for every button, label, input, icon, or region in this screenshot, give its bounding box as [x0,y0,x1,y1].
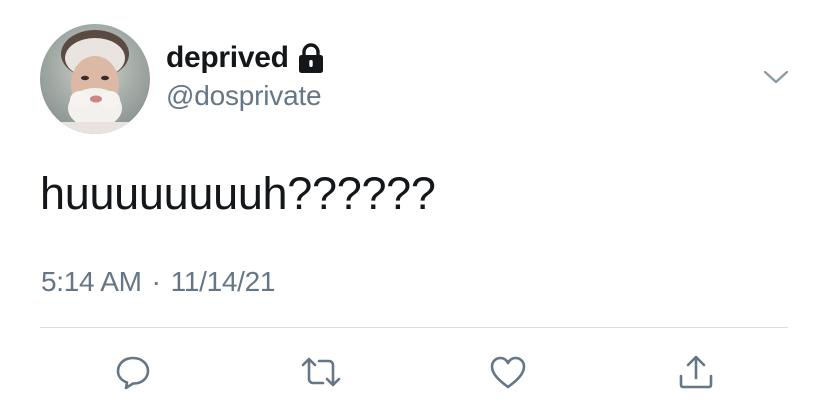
lock-icon [297,42,325,76]
retweet-icon [299,352,343,392]
divider [40,327,788,328]
share-button[interactable] [676,352,716,392]
display-name[interactable]: deprived [166,41,289,75]
retweet-button[interactable] [301,352,341,392]
timestamp[interactable]: 5:14 AM · 11/14/21 [41,266,275,298]
avatar[interactable] [40,24,150,134]
tweet-time: 5:14 AM [41,266,142,297]
timestamp-separator: · [151,266,161,297]
chevron-down-icon[interactable] [762,66,790,88]
reply-button[interactable] [113,352,153,392]
like-button[interactable] [488,352,528,392]
heart-icon [488,352,528,392]
share-icon [676,352,716,392]
avatar-image [40,24,150,134]
tweet-text: huuuuuuuuh?????? [40,168,436,219]
author-name-row: deprived [166,38,325,78]
tweet-date: 11/14/21 [170,266,276,297]
username-handle[interactable]: @dosprivate [166,80,322,112]
reply-icon [113,352,153,392]
